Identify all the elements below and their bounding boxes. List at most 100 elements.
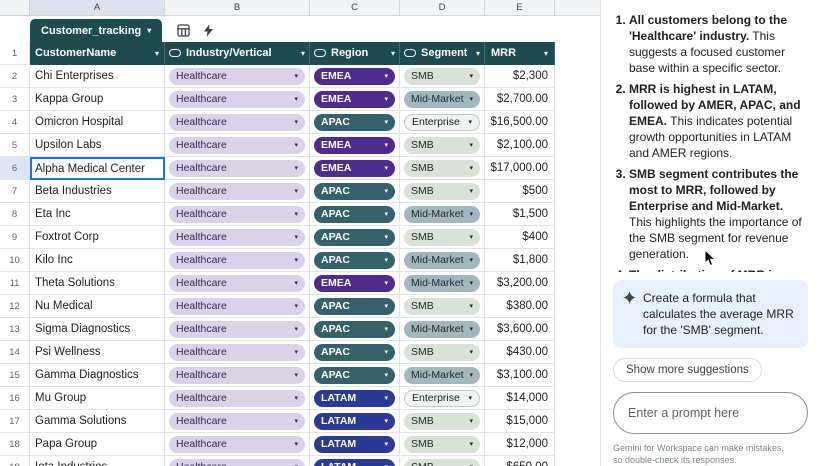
- customer-cell[interactable]: Gamma Solutions: [30, 410, 165, 433]
- segment-cell[interactable]: SMB ▾: [400, 226, 485, 249]
- segment-chip[interactable]: SMB ▾: [404, 298, 480, 315]
- region-chip[interactable]: APAC ▾: [314, 229, 395, 246]
- mrr-cell[interactable]: $2,100.00: [485, 134, 555, 157]
- customer-cell[interactable]: Iota Industries: [30, 456, 165, 466]
- industry-cell[interactable]: Healthcare ▾: [165, 272, 310, 295]
- column-header-a[interactable]: A: [30, 0, 165, 16]
- column-header-c[interactable]: C: [310, 0, 400, 16]
- row-number[interactable]: 16: [0, 387, 30, 410]
- region-chip[interactable]: APAC ▾: [314, 252, 395, 269]
- region-cell[interactable]: APAC ▾: [310, 180, 400, 203]
- industry-cell[interactable]: Healthcare ▾: [165, 65, 310, 88]
- segment-cell[interactable]: Mid-Market ▾: [400, 88, 485, 111]
- customer-cell[interactable]: Theta Solutions: [30, 272, 165, 295]
- chevron-down-icon[interactable]: ▾: [473, 49, 480, 58]
- region-cell[interactable]: EMEA ▾: [310, 134, 400, 157]
- segment-chip[interactable]: Enterprise ▾: [404, 390, 480, 407]
- mrr-cell[interactable]: $3,600.00: [485, 318, 555, 341]
- industry-cell[interactable]: Healthcare ▾: [165, 433, 310, 456]
- segment-cell[interactable]: Mid-Market ▾: [400, 272, 485, 295]
- industry-chip[interactable]: Healthcare ▾: [169, 367, 305, 384]
- industry-chip[interactable]: Healthcare ▾: [169, 390, 305, 407]
- segment-chip[interactable]: SMB ▾: [404, 183, 480, 200]
- mrr-cell[interactable]: $16,500.00: [485, 111, 555, 134]
- header-customername[interactable]: CustomerName ▾: [30, 42, 165, 65]
- region-chip[interactable]: EMEA ▾: [314, 68, 395, 85]
- segment-cell[interactable]: SMB ▾: [400, 157, 485, 180]
- segment-chip[interactable]: Mid-Market ▾: [404, 367, 480, 384]
- show-more-suggestions-button[interactable]: Show more suggestions: [613, 358, 762, 382]
- row-number[interactable]: 14: [0, 341, 30, 364]
- industry-chip[interactable]: Healthcare ▾: [169, 91, 305, 108]
- table-grid-icon[interactable]: [177, 24, 190, 37]
- region-cell[interactable]: EMEA ▾: [310, 157, 400, 180]
- row-number[interactable]: 15: [0, 364, 30, 387]
- industry-chip[interactable]: Healthcare ▾: [169, 114, 305, 131]
- header-industry[interactable]: Industry/Vertical ▾: [165, 42, 310, 65]
- industry-chip[interactable]: Healthcare ▾: [169, 160, 305, 177]
- industry-cell[interactable]: Healthcare ▾: [165, 456, 310, 466]
- region-chip[interactable]: EMEA ▾: [314, 160, 395, 177]
- chevron-down-icon[interactable]: ▾: [152, 49, 159, 58]
- chevron-down-icon[interactable]: ▾: [388, 49, 395, 58]
- customer-cell[interactable]: Eta Inc: [30, 203, 165, 226]
- suggestion-card[interactable]: Create a formula that calculates the ave…: [613, 280, 808, 348]
- customer-cell[interactable]: Papa Group: [30, 433, 165, 456]
- industry-chip[interactable]: Healthcare ▾: [169, 68, 305, 85]
- industry-cell[interactable]: Healthcare ▾: [165, 111, 310, 134]
- region-cell[interactable]: APAC ▾: [310, 203, 400, 226]
- segment-chip[interactable]: Mid-Market ▾: [404, 275, 480, 292]
- region-cell[interactable]: LATAM ▾: [310, 433, 400, 456]
- region-chip[interactable]: LATAM ▾: [314, 459, 395, 466]
- customer-cell[interactable]: Alpha Medical Center: [30, 157, 165, 180]
- region-chip[interactable]: APAC ▾: [314, 298, 395, 315]
- region-cell[interactable]: APAC ▾: [310, 364, 400, 387]
- segment-cell[interactable]: Mid-Market ▾: [400, 249, 485, 272]
- select-all-corner[interactable]: [0, 0, 30, 16]
- segment-chip[interactable]: Mid-Market ▾: [404, 91, 480, 108]
- segment-cell[interactable]: SMB ▾: [400, 65, 485, 88]
- row-number[interactable]: 6: [0, 157, 30, 180]
- region-cell[interactable]: APAC ▾: [310, 249, 400, 272]
- customer-cell[interactable]: Gamma Diagnostics: [30, 364, 165, 387]
- row-number[interactable]: 2: [0, 65, 30, 88]
- region-cell[interactable]: APAC ▾: [310, 226, 400, 249]
- row-number[interactable]: 11: [0, 272, 30, 295]
- mrr-cell[interactable]: $400: [485, 226, 555, 249]
- mrr-cell[interactable]: $380.00: [485, 295, 555, 318]
- region-cell[interactable]: EMEA ▾: [310, 272, 400, 295]
- segment-cell[interactable]: Mid-Market ▾: [400, 203, 485, 226]
- mrr-cell[interactable]: $500: [485, 180, 555, 203]
- mrr-cell[interactable]: $12,000: [485, 433, 555, 456]
- segment-cell[interactable]: Enterprise ▾: [400, 111, 485, 134]
- region-chip[interactable]: APAC ▾: [314, 183, 395, 200]
- segment-chip[interactable]: SMB ▾: [404, 344, 480, 361]
- region-chip[interactable]: APAC ▾: [314, 321, 395, 338]
- region-chip[interactable]: EMEA ▾: [314, 275, 395, 292]
- segment-cell[interactable]: SMB ▾: [400, 295, 485, 318]
- industry-chip[interactable]: Healthcare ▾: [169, 321, 305, 338]
- segment-chip[interactable]: Mid-Market ▾: [404, 206, 480, 223]
- mrr-cell[interactable]: $3,200.00: [485, 272, 555, 295]
- chevron-down-icon[interactable]: ▾: [298, 49, 305, 58]
- industry-cell[interactable]: Healthcare ▾: [165, 318, 310, 341]
- industry-chip[interactable]: Healthcare ▾: [169, 137, 305, 154]
- segment-cell[interactable]: Enterprise ▾: [400, 387, 485, 410]
- segment-chip[interactable]: SMB ▾: [404, 137, 480, 154]
- segment-chip[interactable]: SMB ▾: [404, 413, 480, 430]
- region-chip[interactable]: APAC ▾: [314, 344, 395, 361]
- mrr-cell[interactable]: $2,300: [485, 65, 555, 88]
- region-cell[interactable]: EMEA ▾: [310, 65, 400, 88]
- customer-cell[interactable]: Beta Industries: [30, 180, 165, 203]
- segment-cell[interactable]: SMB ▾: [400, 410, 485, 433]
- row-number[interactable]: 18: [0, 433, 30, 456]
- customer-cell[interactable]: Chi Enterprises: [30, 65, 165, 88]
- segment-cell[interactable]: Mid-Market ▾: [400, 318, 485, 341]
- row-number[interactable]: 9: [0, 226, 30, 249]
- region-chip[interactable]: EMEA ▾: [314, 137, 395, 154]
- mrr-cell[interactable]: $2,700.00: [485, 88, 555, 111]
- customer-cell[interactable]: Mu Group: [30, 387, 165, 410]
- customer-cell[interactable]: Nu Medical: [30, 295, 165, 318]
- segment-chip[interactable]: SMB ▾: [404, 229, 480, 246]
- row-number[interactable]: 8: [0, 203, 30, 226]
